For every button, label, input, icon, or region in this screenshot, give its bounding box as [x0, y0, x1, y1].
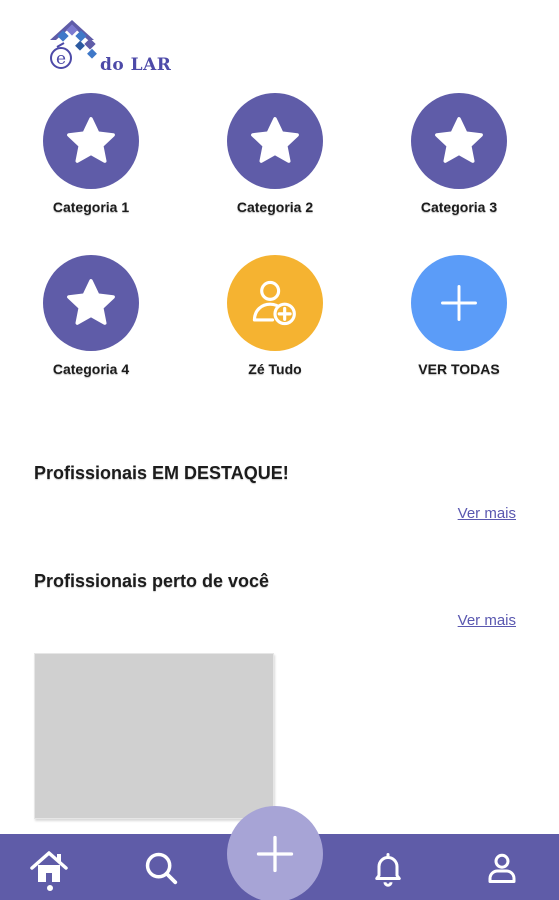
category-ze-tudo[interactable]: Zé Tudo: [205, 255, 345, 377]
category-1-circle: [43, 93, 139, 189]
nav-home-button[interactable]: [27, 846, 71, 890]
category-3-circle: [411, 93, 507, 189]
ze-tudo-circle: [227, 255, 323, 351]
category-4[interactable]: Categoria 4: [21, 255, 161, 377]
logo-text: do LAR: [100, 55, 172, 75]
category-3-label: Categoria 3: [420, 199, 498, 215]
nav-notifications-button[interactable]: [366, 846, 410, 890]
category-4-circle: [43, 255, 139, 351]
bell-icon: [375, 853, 401, 887]
category-1-label: Categoria 1: [52, 199, 130, 215]
home-screen: e do LAR Categoria 1 Categoria 2 Categor…: [0, 0, 559, 900]
plus-icon: [441, 285, 477, 321]
add-fab-button[interactable]: [227, 806, 323, 900]
category-1[interactable]: Categoria 1: [21, 93, 161, 215]
category-3[interactable]: Categoria 3: [389, 93, 529, 215]
category-2-label: Categoria 2: [236, 199, 314, 215]
active-nav-indicator: [47, 885, 53, 891]
featured-section-title: Profissionais EM DESTAQUE!: [34, 463, 289, 483]
search-icon: [145, 852, 178, 885]
featured-see-more-link[interactable]: Ver mais: [458, 505, 516, 522]
user-icon: [488, 853, 516, 883]
plus-icon: [256, 835, 294, 873]
star-icon: [435, 117, 483, 163]
ze-tudo-label: Zé Tudo: [248, 361, 302, 377]
star-icon: [67, 279, 115, 325]
star-icon: [67, 117, 115, 163]
professional-card-placeholder[interactable]: [34, 653, 274, 819]
svg-text:e: e: [56, 49, 66, 69]
nearby-section-title: Profissionais perto de você: [34, 571, 270, 591]
user-add-icon: [252, 280, 296, 326]
category-2[interactable]: Categoria 2: [205, 93, 345, 215]
category-4-label: Categoria 4: [52, 361, 130, 377]
nav-profile-button[interactable]: [480, 846, 524, 890]
ver-todas-label: VER TODAS: [418, 361, 500, 377]
app-logo[interactable]: e do LAR: [44, 18, 174, 80]
star-icon: [251, 117, 299, 163]
home-icon: [30, 851, 68, 882]
ver-todas-circle: [411, 255, 507, 351]
nav-search-button[interactable]: [139, 846, 183, 890]
category-ver-todas[interactable]: VER TODAS: [389, 255, 529, 377]
category-2-circle: [227, 93, 323, 189]
nearby-see-more-link[interactable]: Ver mais: [458, 612, 516, 629]
